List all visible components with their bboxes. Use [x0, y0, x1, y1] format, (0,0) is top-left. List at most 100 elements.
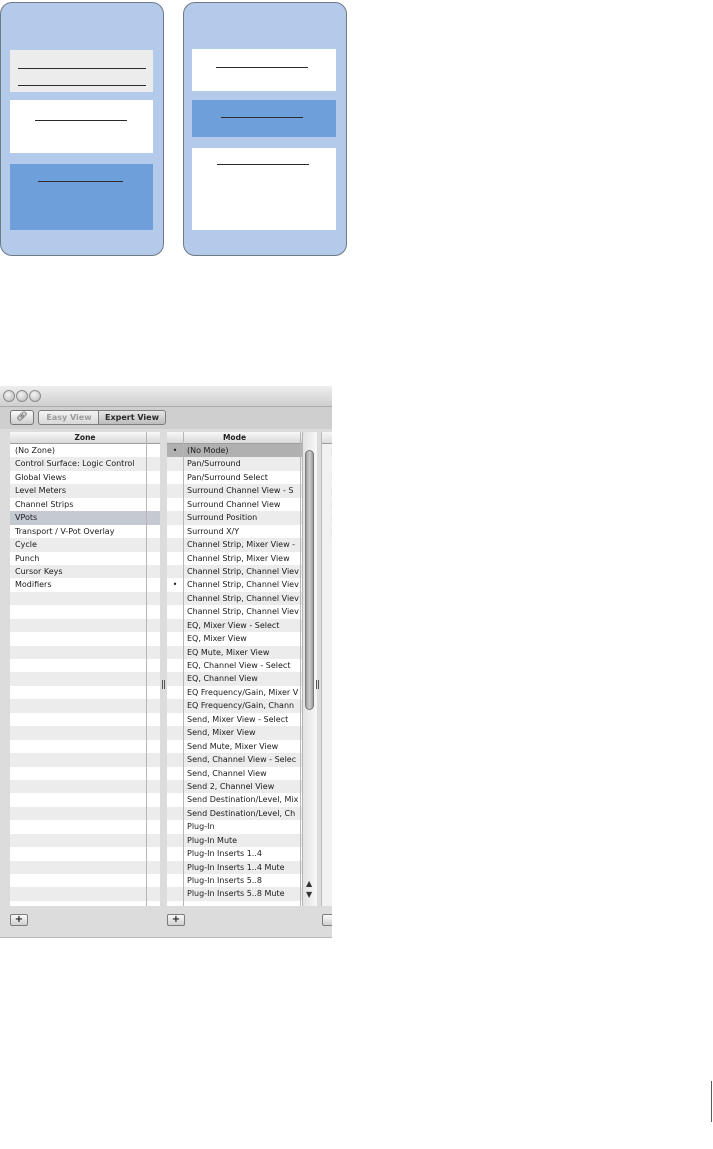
- mode-label: Surround Channel View: [187, 499, 281, 509]
- scroll-up-arrow[interactable]: ▲: [306, 880, 312, 888]
- mode-row[interactable]: Plug-In Mute: [167, 833, 302, 848]
- column-splitter-icon[interactable]: [316, 680, 319, 689]
- zone-row[interactable]: [10, 659, 160, 673]
- title-bar: [0, 386, 332, 407]
- diagram-panel-grey: [10, 50, 153, 92]
- mode-row[interactable]: Channel Strip, Channel Viev: [167, 591, 302, 606]
- zone-row[interactable]: [10, 712, 160, 727]
- mode-row[interactable]: EQ, Mixer View - Select: [167, 618, 302, 633]
- zone-row[interactable]: [10, 753, 160, 767]
- mode-row[interactable]: Channel Strip, Mixer View -: [167, 538, 302, 552]
- mode-scrollbar[interactable]: ▲ ▼: [302, 432, 317, 906]
- minimize-window-button[interactable]: [16, 390, 28, 402]
- zone-row[interactable]: [10, 793, 160, 807]
- diagram-panel-white: [192, 49, 336, 91]
- mode-row[interactable]: EQ, Channel View: [167, 672, 302, 686]
- mode-row[interactable]: Plug-In: [167, 820, 302, 834]
- zone-column-header[interactable]: Zone: [10, 432, 160, 444]
- zone-row[interactable]: [10, 779, 160, 794]
- mode-column-header[interactable]: Mode: [167, 432, 302, 444]
- zone-row[interactable]: [10, 645, 160, 659]
- zoom-window-button[interactable]: [29, 390, 41, 402]
- mode-row[interactable]: EQ Frequency/Gain, Chann: [167, 699, 302, 713]
- zone-row[interactable]: [10, 820, 160, 834]
- zone-row[interactable]: Cursor Keys: [10, 564, 160, 579]
- mode-row[interactable]: Send Destination/Level, Ch: [167, 806, 302, 821]
- mode-row[interactable]: Channel Strip, Mixer View: [167, 551, 302, 565]
- zone-row[interactable]: VPots: [10, 511, 160, 525]
- diagram-panel-white: [10, 100, 153, 153]
- mode-row[interactable]: Send 2, Channel View: [167, 779, 302, 794]
- column-splitter-icon[interactable]: [162, 680, 165, 689]
- mode-row[interactable]: Send, Channel View: [167, 766, 302, 780]
- mode-row[interactable]: • Channel Strip, Channel Viev: [167, 578, 302, 592]
- mode-row[interactable]: Channel Strip, Channel Viev: [167, 605, 302, 619]
- zone-row[interactable]: [10, 739, 160, 754]
- add-parameter-button[interactable]: [322, 914, 332, 926]
- zone-row[interactable]: [10, 672, 160, 686]
- mode-row[interactable]: Send Destination/Level, Mix: [167, 793, 302, 807]
- scrollbar-thumb[interactable]: [305, 450, 314, 710]
- zone-row[interactable]: Cycle: [10, 538, 160, 552]
- zone-row[interactable]: Level Meters: [10, 484, 160, 498]
- zone-row[interactable]: [10, 766, 160, 780]
- zone-row[interactable]: [10, 618, 160, 633]
- zone-column: Zone (No Zone) Control Surface: Logic Con…: [10, 432, 160, 906]
- mode-row[interactable]: Plug-In Inserts 5..8: [167, 874, 302, 888]
- zone-row[interactable]: Control Surface: Logic Control: [10, 457, 160, 471]
- mode-label: Plug-In Inserts 5..8 Mute: [187, 889, 285, 899]
- zone-row[interactable]: [10, 632, 160, 646]
- mode-row[interactable]: EQ, Channel View - Select: [167, 659, 302, 673]
- expert-view-button[interactable]: Expert View: [98, 410, 166, 425]
- zone-row[interactable]: Punch: [10, 551, 160, 565]
- zone-row[interactable]: [10, 847, 160, 861]
- zone-row[interactable]: [10, 685, 160, 700]
- zone-row[interactable]: [10, 833, 160, 848]
- mode-row[interactable]: Channel Strip, Channel Viev: [167, 564, 302, 579]
- mode-label: Plug-In Inserts 1..4: [187, 849, 262, 859]
- zone-row[interactable]: (No Zone): [10, 444, 160, 458]
- mode-row[interactable]: • (No Mode): [167, 444, 302, 458]
- mode-row[interactable]: Surround Channel View: [167, 497, 302, 512]
- mode-label: Plug-In Mute: [187, 835, 238, 845]
- zone-row[interactable]: [10, 860, 160, 874]
- scroll-down-arrow[interactable]: ▼: [306, 891, 312, 899]
- diagram-underline: [221, 117, 303, 118]
- mode-row[interactable]: Send, Channel View - Selec: [167, 753, 302, 767]
- add-zone-button[interactable]: +: [10, 914, 28, 926]
- mode-column: Mode • (No Mode) Pan/Surround Pan/Surround …: [167, 432, 302, 906]
- zone-row[interactable]: [10, 699, 160, 713]
- link-button[interactable]: 🔗︎: [10, 410, 34, 425]
- zone-row[interactable]: Channel Strips: [10, 497, 160, 512]
- mode-row[interactable]: Pan/Surround Select: [167, 470, 302, 485]
- zone-row[interactable]: Modifiers: [10, 578, 160, 592]
- mode-row[interactable]: EQ Frequency/Gain, Mixer V: [167, 685, 302, 700]
- mode-row[interactable]: Plug-In Inserts 1..4: [167, 847, 302, 861]
- mode-label: Channel Strip, Channel Viev: [187, 580, 299, 590]
- easy-view-button[interactable]: Easy View: [38, 410, 100, 425]
- mode-label: EQ, Channel View - Select: [187, 661, 291, 670]
- mode-row[interactable]: Surround Channel View - S: [167, 484, 302, 498]
- mode-row[interactable]: EQ, Mixer View: [167, 632, 302, 646]
- zone-row[interactable]: Transport / V-Pot Overlay: [10, 524, 160, 539]
- mode-row[interactable]: Surround X/Y: [167, 524, 302, 539]
- zone-row[interactable]: [10, 887, 160, 901]
- truncated-glyph: |: [331, 529, 332, 537]
- mode-row[interactable]: Plug-In Inserts 5..8 Mute: [167, 887, 302, 901]
- zone-row[interactable]: [10, 726, 160, 740]
- close-window-button[interactable]: [3, 390, 15, 402]
- zone-row[interactable]: Global Views: [10, 470, 160, 485]
- mode-row[interactable]: EQ Mute, Mixer View: [167, 645, 302, 659]
- add-mode-button[interactable]: +: [167, 914, 185, 926]
- mode-row[interactable]: Surround Position: [167, 511, 302, 525]
- mode-row[interactable]: Send, Mixer View: [167, 726, 302, 740]
- mode-row[interactable]: Send, Mixer View - Select: [167, 712, 302, 727]
- zone-row[interactable]: [10, 591, 160, 606]
- zone-row[interactable]: [10, 874, 160, 888]
- zone-row[interactable]: [10, 806, 160, 821]
- mode-row[interactable]: Plug-In Inserts 1..4 Mute: [167, 860, 302, 874]
- mode-row[interactable]: Pan/Surround: [167, 457, 302, 471]
- column-divider: [300, 432, 301, 906]
- mode-row[interactable]: Send Mute, Mixer View: [167, 739, 302, 754]
- zone-row[interactable]: [10, 605, 160, 619]
